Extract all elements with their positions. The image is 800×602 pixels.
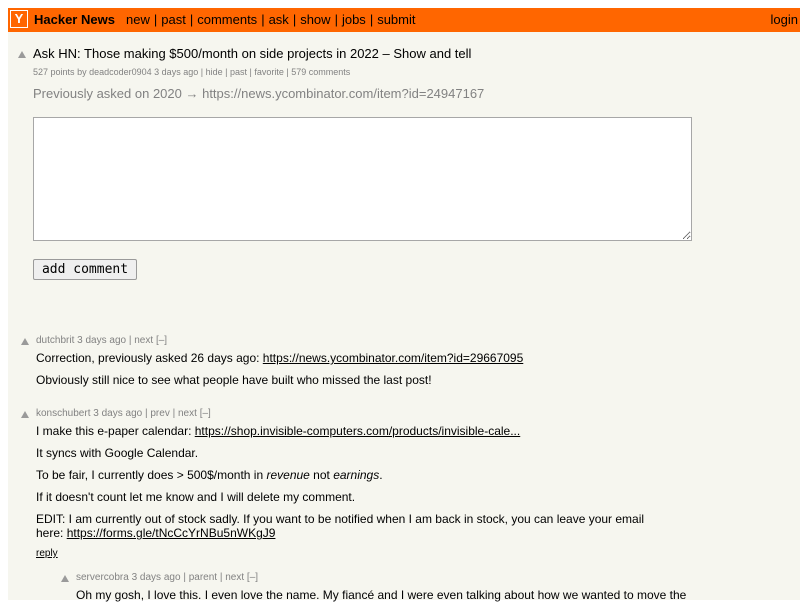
comment-age-link[interactable]: 3 days ago: [77, 335, 126, 346]
past-link[interactable]: past: [230, 67, 247, 77]
comment-age-link[interactable]: 3 days ago: [93, 408, 142, 419]
comment-next-link[interactable]: next: [178, 408, 197, 419]
collapse-toggle[interactable]: [–]: [247, 572, 258, 583]
comment-link[interactable]: https://forms.gle/tNcCcYrNBu5nWKgJ9: [67, 526, 276, 540]
comhead-separator: |: [144, 408, 148, 419]
story-text: Previously asked on 2020 → https://news.…: [33, 86, 485, 101]
nav-separator: |: [153, 12, 158, 27]
comment-author-link[interactable]: konschubert: [36, 408, 90, 419]
comment-paragraph: I make this e-paper calendar: https://sh…: [36, 424, 520, 438]
comment-text: Correction, previously asked 26 days ago…: [36, 351, 263, 365]
by-label: by: [77, 67, 87, 77]
comments-count-link[interactable]: 579 comments: [291, 67, 350, 77]
upvote-arrow-icon[interactable]: [61, 575, 69, 582]
comment-text: .: [379, 468, 383, 482]
comhead-separator: |: [183, 572, 186, 583]
nav-separator: |: [334, 12, 338, 27]
comhead-separator: |: [128, 335, 132, 346]
reply-link[interactable]: reply: [36, 548, 58, 559]
comment-next-link[interactable]: next: [134, 335, 153, 346]
subtext-separator: |: [249, 67, 252, 77]
comment-emphasis: revenue: [266, 468, 310, 482]
upvote-arrow-icon[interactable]: [18, 51, 26, 58]
nav-submit[interactable]: submit: [377, 12, 415, 27]
comment-link[interactable]: https://news.ycombinator.com/item?id=296…: [263, 351, 523, 365]
comment-paragraph: It syncs with Google Calendar.: [36, 446, 199, 460]
upvote-arrow-icon[interactable]: [21, 338, 29, 345]
collapse-toggle[interactable]: [–]: [200, 408, 211, 419]
nav-separator: |: [369, 12, 374, 27]
comment-prev-link[interactable]: prev: [150, 408, 169, 419]
comment-text: To be fair, I currently does > 500$/mont…: [36, 468, 267, 482]
comment-author-link[interactable]: dutchbrit: [36, 335, 74, 346]
comment-parent-link[interactable]: parent: [189, 572, 217, 583]
nav-show[interactable]: show: [300, 12, 330, 27]
nav-ask[interactable]: ask: [269, 12, 289, 27]
top-bar: Y Hacker News new | past | comments | ask | show…: [8, 8, 800, 32]
hide-link[interactable]: hide: [206, 67, 223, 77]
add-comment-button[interactable]: add comment: [33, 259, 137, 280]
comment-paragraph: If it doesn't count let me know and I wi…: [36, 490, 356, 504]
story-age-link[interactable]: 3 days ago: [154, 67, 198, 77]
page: Y Hacker News new | past | comments | ask | show…: [8, 8, 800, 602]
nav-separator: |: [261, 12, 265, 27]
subtext-separator: |: [200, 67, 204, 77]
comment-author-link[interactable]: servercobra: [76, 572, 129, 583]
comment-header: konschubert 3 days ago | prev | next [–]: [36, 408, 211, 419]
comment-age-link[interactable]: 3 days ago: [132, 572, 181, 583]
comment-paragraph: Correction, previously asked 26 days ago…: [36, 351, 523, 365]
comment-next-link[interactable]: next: [225, 572, 244, 583]
upvote-arrow-icon[interactable]: [21, 411, 29, 418]
comment-header: servercobra 3 days ago | parent | next […: [76, 572, 258, 583]
nav-separator: |: [189, 12, 194, 27]
comment-paragraph: EDIT: I am currently out of stock sadly.…: [36, 512, 656, 540]
login-link[interactable]: login: [771, 12, 798, 27]
comhead-separator: |: [172, 408, 176, 419]
comment-paragraph: To be fair, I currently does > 500$/mont…: [36, 468, 383, 482]
comment-text: not: [309, 468, 334, 482]
nav-separator: |: [292, 12, 297, 27]
story-title[interactable]: Ask HN: Those making $500/month on side …: [33, 46, 471, 61]
story-points: 527 points: [33, 67, 75, 77]
comment-link[interactable]: https://shop.invisible-computers.com/pro…: [195, 424, 520, 438]
story-author-link[interactable]: deadcoder0904: [89, 67, 152, 77]
subtext-separator: |: [225, 67, 228, 77]
comhead-separator: |: [219, 572, 223, 583]
comment-emphasis: earnings: [333, 468, 380, 482]
nav-past[interactable]: past: [161, 12, 186, 27]
nav-jobs[interactable]: jobs: [342, 12, 366, 27]
story-subtext: 527 points by deadcoder0904 3 days ago |…: [33, 67, 350, 77]
comment-text: I make this e-paper calendar:: [36, 424, 195, 438]
site-name-link[interactable]: Hacker News: [34, 12, 115, 27]
favorite-link[interactable]: favorite: [254, 67, 284, 77]
subtext-separator: |: [286, 67, 289, 77]
comment-textarea[interactable]: [33, 117, 692, 241]
comment-paragraph: Obviously still nice to see what people …: [36, 373, 432, 387]
comment-header: dutchbrit 3 days ago | next [–]: [36, 335, 167, 346]
nav-links: new | past | comments | ask | show | jobs | submit: [126, 12, 416, 27]
nav-comments[interactable]: comments: [197, 12, 257, 27]
nav-new[interactable]: new: [126, 12, 150, 27]
y-logo-icon[interactable]: Y: [10, 10, 28, 28]
collapse-toggle[interactable]: [–]: [156, 335, 167, 346]
